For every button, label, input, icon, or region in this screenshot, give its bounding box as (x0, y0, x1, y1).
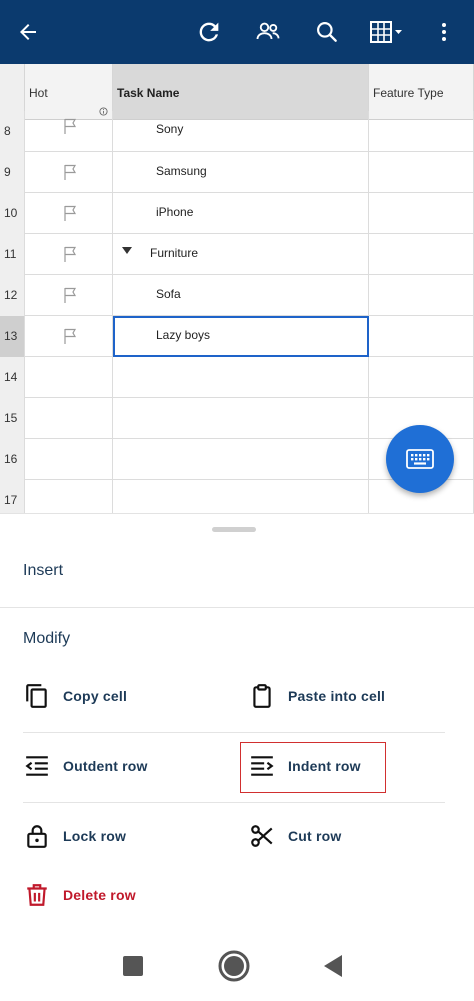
row-number[interactable]: 11 (0, 234, 25, 275)
task-cell[interactable]: iPhone (113, 193, 369, 234)
task-cell[interactable] (113, 398, 369, 439)
collapse-triangle-icon[interactable] (122, 247, 132, 254)
table-row: 12 Sofa (0, 275, 474, 316)
table-row: 9 Samsung (0, 152, 474, 193)
flag-icon[interactable] (63, 328, 77, 344)
table-row: 13 Lazy boys (0, 316, 474, 357)
back-arrow-icon[interactable] (8, 12, 48, 52)
grid-view-icon[interactable] (364, 12, 408, 52)
feature-cell[interactable] (369, 152, 474, 193)
column-header-task-label: Task Name (117, 86, 180, 100)
lock-row-label: Lock row (63, 828, 127, 844)
flag-icon[interactable] (63, 246, 77, 262)
actions-bottom-sheet: Insert Modify Copy cell Paste into cell … (0, 513, 474, 931)
copy-icon (23, 682, 51, 710)
modify-section-title: Modify (23, 630, 71, 647)
flag-icon[interactable] (63, 164, 77, 180)
feature-cell[interactable] (369, 357, 474, 398)
divider (23, 802, 445, 803)
refresh-icon[interactable] (189, 12, 229, 52)
hot-cell[interactable] (25, 439, 113, 480)
row-number[interactable]: 17 (0, 480, 25, 516)
hot-cell[interactable] (25, 152, 113, 193)
row-number[interactable]: 14 (0, 357, 25, 398)
table-row: 11 Furniture (0, 234, 474, 275)
hot-cell[interactable] (25, 275, 113, 316)
app-bar (0, 0, 474, 64)
table-row: 14 (0, 357, 474, 398)
people-icon[interactable] (248, 12, 288, 52)
row-number[interactable]: 10 (0, 193, 25, 234)
hot-cell[interactable] (25, 480, 113, 516)
outdent-row-label: Outdent row (63, 758, 148, 774)
task-cell[interactable] (113, 357, 369, 398)
keyboard-icon (406, 449, 434, 469)
task-cell[interactable] (113, 439, 369, 480)
drag-handle[interactable] (212, 527, 256, 532)
delete-row-button[interactable]: Delete row (23, 875, 136, 915)
hot-cell[interactable] (25, 357, 113, 398)
table-row: 10 iPhone (0, 193, 474, 234)
insert-section-title[interactable]: Insert (23, 562, 63, 580)
row-number[interactable]: 16 (0, 439, 25, 480)
row-number[interactable]: 15 (0, 398, 25, 439)
system-nav-bar (0, 931, 474, 1001)
cut-row-label: Cut row (288, 828, 342, 844)
copy-cell-button[interactable]: Copy cell (23, 676, 127, 716)
search-icon[interactable] (307, 12, 347, 52)
more-vert-icon[interactable] (424, 12, 464, 52)
feature-cell[interactable] (369, 316, 474, 357)
task-cell[interactable]: Sofa (113, 275, 369, 316)
scissors-icon (248, 822, 276, 850)
row-number[interactable]: 9 (0, 152, 25, 193)
paste-into-cell-button[interactable]: Paste into cell (248, 676, 385, 716)
indent-row-highlight (240, 742, 386, 793)
back-triangle-icon[interactable] (316, 949, 350, 983)
task-cell[interactable]: Samsung (113, 152, 369, 193)
row-number[interactable]: 12 (0, 275, 25, 316)
feature-cell[interactable] (369, 193, 474, 234)
keyboard-fab-button[interactable] (386, 425, 454, 493)
selected-cell-outline (113, 316, 369, 357)
outdent-icon (23, 752, 51, 780)
table-row: 8 Sony (0, 111, 474, 152)
hot-cell[interactable] (25, 111, 113, 152)
hot-cell[interactable] (25, 193, 113, 234)
trash-icon (23, 881, 51, 909)
hot-cell[interactable] (25, 234, 113, 275)
feature-cell[interactable] (369, 275, 474, 316)
lock-icon (23, 822, 51, 850)
recents-square-icon[interactable] (116, 949, 150, 983)
column-header-hot-label: Hot (29, 86, 48, 100)
row-number[interactable]: 8 (0, 111, 25, 152)
feature-cell[interactable] (369, 234, 474, 275)
feature-cell[interactable] (369, 111, 474, 152)
copy-cell-label: Copy cell (63, 688, 128, 704)
cut-row-button[interactable]: Cut row (248, 816, 342, 856)
paste-into-cell-label: Paste into cell (288, 688, 386, 704)
flag-icon[interactable] (63, 205, 77, 221)
row-number[interactable]: 13 (0, 316, 25, 357)
divider (0, 607, 474, 608)
flag-icon[interactable] (63, 118, 77, 134)
column-header-feature-label: Feature Type (373, 86, 444, 100)
clipboard-icon (248, 682, 276, 710)
hot-cell[interactable] (25, 316, 113, 357)
hot-cell[interactable] (25, 398, 113, 439)
lock-row-button[interactable]: Lock row (23, 816, 126, 856)
task-cell[interactable]: Sony (113, 111, 369, 152)
task-cell[interactable]: Furniture (113, 234, 369, 275)
delete-row-label: Delete row (63, 887, 136, 903)
divider (23, 732, 445, 733)
task-cell[interactable] (113, 480, 369, 516)
home-circle-icon[interactable] (217, 949, 251, 983)
outdent-row-button[interactable]: Outdent row (23, 746, 148, 786)
flag-icon[interactable] (63, 287, 77, 303)
